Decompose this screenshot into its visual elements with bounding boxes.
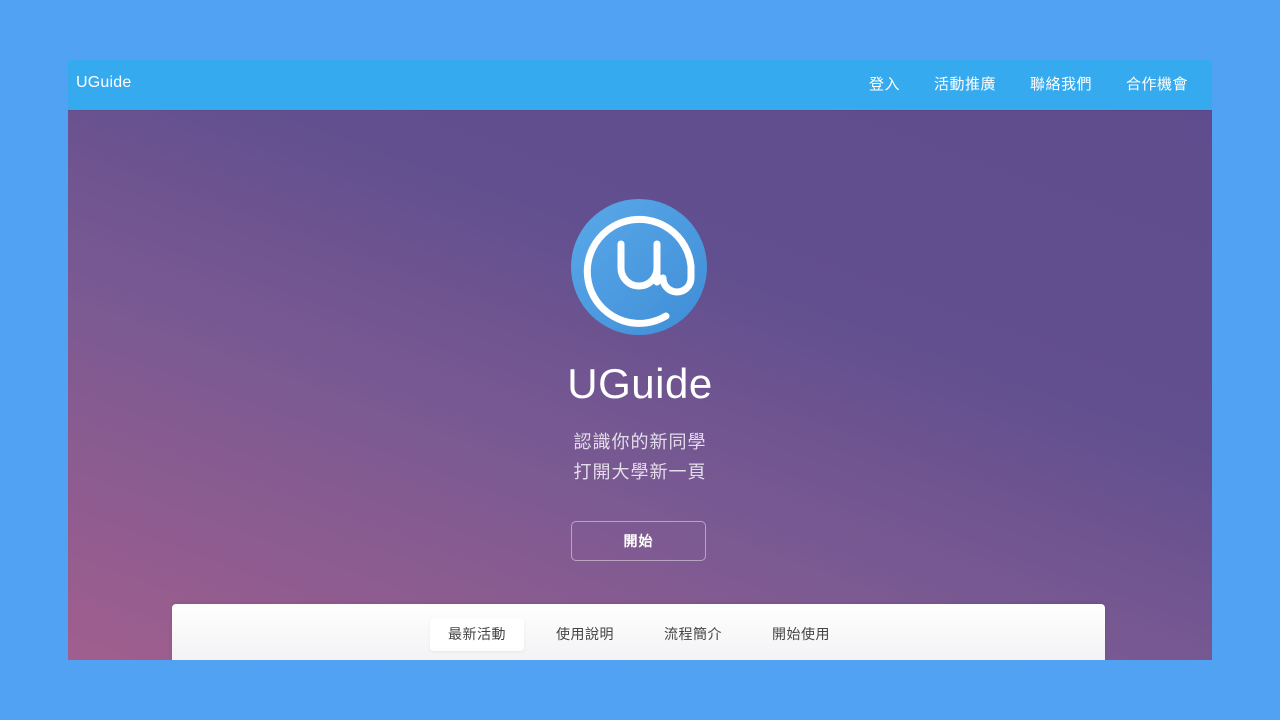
tab-process-overview[interactable]: 流程簡介 xyxy=(646,618,740,651)
nav-promotion-link[interactable]: 活動推廣 xyxy=(917,62,1013,108)
top-navbar: UGuide 登入 活動推廣 聯絡我們 合作機會 xyxy=(68,60,1212,110)
brand-link[interactable]: UGuide xyxy=(76,60,131,110)
tab-list: 最新活動 使用說明 流程簡介 開始使用 xyxy=(430,618,862,651)
tab-bar: 最新活動 使用說明 流程簡介 開始使用 xyxy=(172,604,1105,660)
hero-subtitle-line2: 打開大學新一頁 xyxy=(573,462,707,482)
nav-login-link[interactable]: 登入 xyxy=(852,62,917,108)
nav-contact-link[interactable]: 聯絡我們 xyxy=(1013,62,1109,108)
tab-latest-events[interactable]: 最新活動 xyxy=(430,618,524,651)
hero-title: UGuide xyxy=(567,360,713,407)
nav-partnership-link[interactable]: 合作機會 xyxy=(1109,62,1212,108)
hero-subtitle-line1: 認識你的新同學 xyxy=(573,432,707,452)
tab-get-started[interactable]: 開始使用 xyxy=(754,618,848,651)
start-button[interactable]: 開始 xyxy=(571,521,706,561)
hero-section: UGuide 認識你的新同學 打開大學新一頁 開始 最新活動 使用說明 流程簡介… xyxy=(68,110,1212,660)
browser-frame: UGuide 登入 活動推廣 聯絡我們 合作機會 UGuide 認識你的新同學 … xyxy=(68,60,1212,660)
uguide-logo-icon xyxy=(571,199,707,335)
tab-instructions[interactable]: 使用說明 xyxy=(538,618,632,651)
nav-links: 登入 活動推廣 聯絡我們 合作機會 xyxy=(852,60,1212,110)
